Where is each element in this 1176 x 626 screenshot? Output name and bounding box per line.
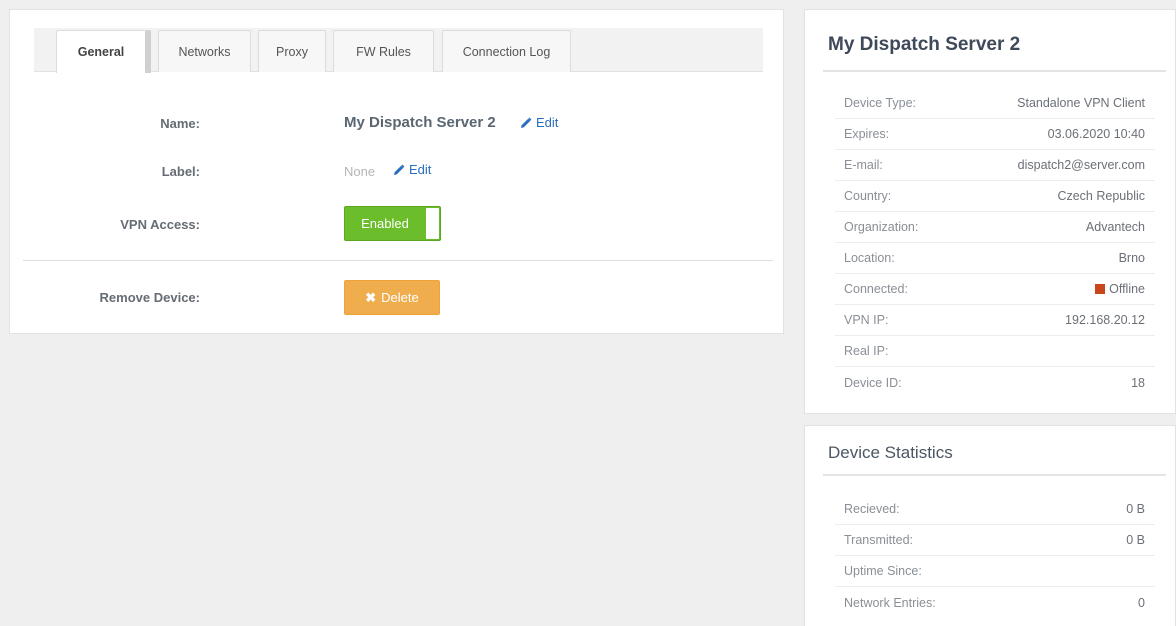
info-value: Advantech bbox=[1085, 220, 1145, 234]
vpn-access-toggle[interactable]: Enabled bbox=[344, 206, 441, 241]
stat-key: Uptime Since: bbox=[844, 564, 922, 578]
stat-key: Recieved: bbox=[844, 502, 900, 516]
info-key: VPN IP: bbox=[844, 313, 889, 327]
device-statistics-table: Recieved: 0 B Transmitted: 0 B Uptime Si… bbox=[835, 494, 1155, 618]
stat-value: 0 B bbox=[1126, 502, 1145, 516]
tab-networks[interactable]: Networks bbox=[158, 30, 251, 72]
info-row-country: Country: Czech Republic bbox=[835, 181, 1155, 212]
device-statistics-panel: Device Statistics Recieved: 0 B Transmit… bbox=[804, 425, 1176, 626]
info-value: 18 bbox=[1131, 375, 1145, 390]
edit-name-text: Edit bbox=[536, 115, 559, 130]
device-name-value: My Dispatch Server 2 bbox=[344, 114, 496, 131]
stat-row-received: Recieved: 0 B bbox=[835, 494, 1155, 525]
delete-button-text: Delete bbox=[381, 290, 419, 305]
divider bbox=[23, 260, 773, 261]
vpn-toggle-text: Enabled bbox=[361, 216, 409, 231]
edit-label-link[interactable]: Edit bbox=[393, 162, 431, 177]
info-value: Standalone VPN Client bbox=[1017, 96, 1145, 110]
info-key: Expires: bbox=[844, 127, 890, 141]
divider bbox=[823, 70, 1166, 72]
pencil-icon bbox=[521, 117, 532, 128]
status-text: Offline bbox=[1109, 282, 1145, 296]
tab-bar: General Networks Proxy FW Rules Connecti… bbox=[34, 28, 763, 73]
info-key: Device Type: bbox=[844, 96, 917, 110]
offline-square-icon bbox=[1095, 284, 1106, 294]
tab-proxy[interactable]: Proxy bbox=[258, 30, 326, 72]
tab-connection-log[interactable]: Connection Log bbox=[442, 30, 571, 72]
divider bbox=[823, 474, 1166, 476]
device-statistics-title: Device Statistics bbox=[828, 443, 953, 462]
device-detail-panel: General Networks Proxy FW Rules Connecti… bbox=[9, 9, 784, 334]
info-row-vpn-ip: VPN IP: 192.168.20.12 bbox=[835, 305, 1155, 336]
status-value: Offline bbox=[1095, 282, 1145, 296]
info-key: E-mail: bbox=[844, 158, 883, 172]
name-label: Name: bbox=[160, 116, 200, 131]
edit-name-link[interactable]: Edit bbox=[520, 115, 558, 130]
info-key: Device ID: bbox=[844, 375, 902, 390]
device-info-table: Device Type: Standalone VPN Client Expir… bbox=[835, 88, 1155, 398]
info-row-organization: Organization: Advantech bbox=[835, 212, 1155, 243]
info-row-expires: Expires: 03.06.2020 10:40 bbox=[835, 119, 1155, 150]
label-value: None bbox=[344, 164, 376, 179]
info-row-location: Location: Brno bbox=[835, 243, 1155, 274]
remove-device-label: Remove Device: bbox=[99, 290, 200, 305]
toggle-knob bbox=[426, 208, 439, 239]
stat-key: Transmitted: bbox=[844, 533, 914, 547]
vpn-access-label: VPN Access: bbox=[120, 217, 200, 232]
info-row-device-id: Device ID: 18 bbox=[835, 367, 1155, 398]
info-key: Real IP: bbox=[844, 344, 889, 358]
tab-fw-rules[interactable]: FW Rules bbox=[333, 30, 434, 72]
info-value: 03.06.2020 10:40 bbox=[1047, 127, 1145, 141]
info-key: Connected: bbox=[844, 282, 908, 296]
edit-label-text: Edit bbox=[409, 162, 432, 177]
tab-general[interactable]: General bbox=[56, 30, 151, 73]
info-key: Country: bbox=[844, 189, 892, 203]
stat-row-transmitted: Transmitted: 0 B bbox=[835, 525, 1155, 556]
info-key: Location: bbox=[844, 251, 895, 265]
info-value: Brno bbox=[1118, 251, 1145, 265]
info-value: Czech Republic bbox=[1057, 189, 1145, 203]
stat-value: 0 bbox=[1138, 595, 1145, 610]
info-value: dispatch2@server.com bbox=[1017, 158, 1145, 172]
stat-key: Network Entries: bbox=[844, 595, 936, 610]
times-icon: ✖ bbox=[365, 289, 377, 305]
info-key: Organization: bbox=[844, 220, 919, 234]
info-row-email: E-mail: dispatch2@server.com bbox=[835, 150, 1155, 181]
label-label: Label: bbox=[161, 164, 200, 179]
info-row-real-ip: Real IP: bbox=[835, 336, 1155, 367]
stat-value: 0 B bbox=[1126, 533, 1145, 547]
stat-row-uptime: Uptime Since: bbox=[835, 556, 1155, 587]
delete-button[interactable]: ✖ Delete bbox=[344, 280, 440, 315]
pencil-icon bbox=[394, 164, 405, 175]
info-row-device-type: Device Type: Standalone VPN Client bbox=[835, 88, 1155, 119]
info-row-connected: Connected: Offline bbox=[835, 274, 1155, 305]
stat-row-network-entries: Network Entries: 0 bbox=[835, 587, 1155, 618]
device-info-title: My Dispatch Server 2 bbox=[828, 34, 1021, 55]
device-info-panel: My Dispatch Server 2 Device Type: Standa… bbox=[804, 9, 1176, 414]
info-value: 192.168.20.12 bbox=[1065, 313, 1145, 327]
